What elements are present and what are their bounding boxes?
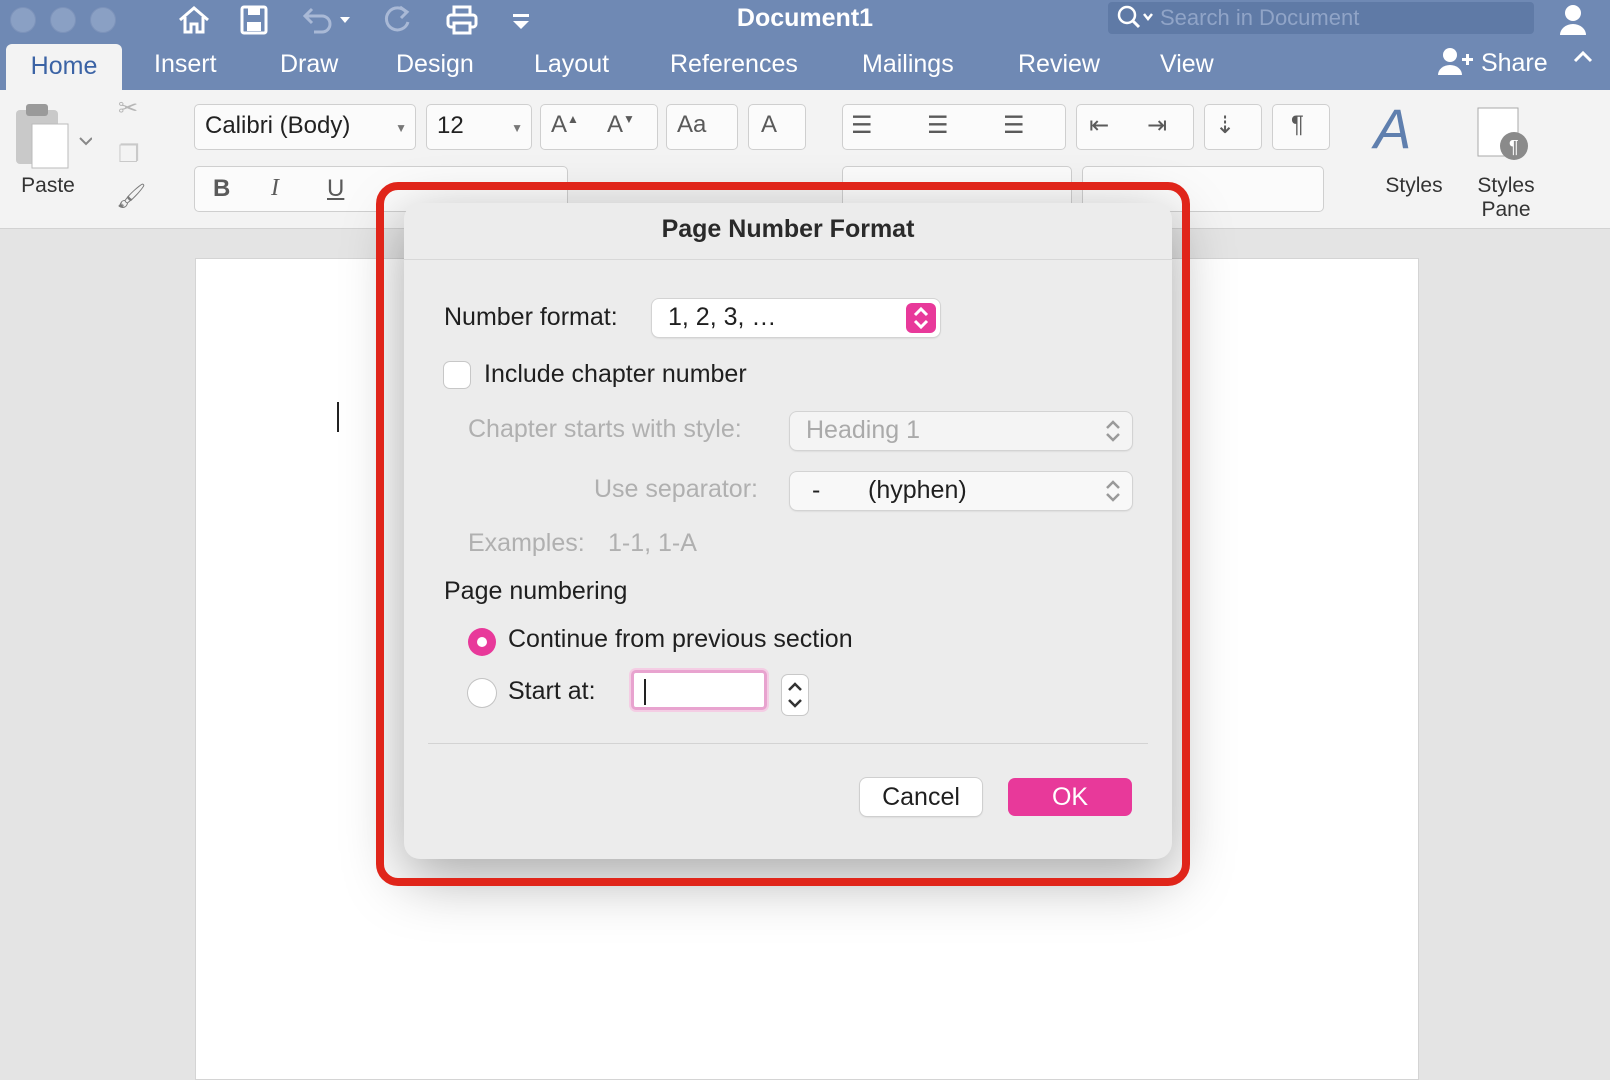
- search-icon: [1116, 4, 1156, 37]
- dialog-title: Page Number Format: [661, 215, 915, 243]
- number-format-select[interactable]: 1, 2, 3, …: [652, 299, 940, 337]
- share-button[interactable]: Share: [1436, 46, 1548, 83]
- tab-insert[interactable]: Insert: [154, 50, 217, 79]
- separator-name: (hyphen): [868, 476, 967, 504]
- customize-toolbar-icon[interactable]: [508, 4, 534, 36]
- paste-label: Paste: [21, 174, 75, 197]
- font-grow-shrink-group: A▲ A▼: [540, 104, 658, 150]
- ok-button[interactable]: OK: [1008, 778, 1132, 816]
- sort-button[interactable]: ⇣: [1204, 104, 1262, 150]
- include-chapter-label: Include chapter number: [484, 360, 747, 388]
- tab-layout[interactable]: Layout: [534, 50, 609, 79]
- chevron-updown-icon: [906, 303, 936, 333]
- show-formatting-button[interactable]: ¶: [1272, 104, 1330, 150]
- bullets-icon[interactable]: ☰: [851, 111, 873, 140]
- underline-icon[interactable]: U: [327, 175, 344, 203]
- chapter-style-label: Chapter starts with style:: [468, 415, 742, 443]
- change-case-icon: Aa: [677, 111, 707, 138]
- undo-icon[interactable]: [300, 4, 354, 36]
- separator-select[interactable]: - (hyphen): [790, 472, 1132, 510]
- text-cursor: [337, 402, 339, 432]
- examples-value: 1-1, 1-A: [608, 529, 697, 557]
- separator-char: -: [812, 476, 821, 504]
- paste-icon[interactable]: [12, 102, 93, 177]
- svg-text:¶: ¶: [1509, 137, 1519, 157]
- cut-icon[interactable]: ✂: [118, 94, 138, 123]
- bold-icon[interactable]: B: [213, 175, 230, 203]
- tab-mailings[interactable]: Mailings: [862, 50, 954, 79]
- format-painter-icon[interactable]: 🖌: [116, 182, 146, 211]
- separator-label: Use separator:: [594, 475, 758, 503]
- styles-pane-label: Styles Pane: [1466, 174, 1546, 222]
- pilcrow-icon: ¶: [1291, 111, 1304, 138]
- font-name-select[interactable]: Calibri (Body) ▼: [194, 104, 416, 150]
- continue-radio[interactable]: [468, 628, 496, 656]
- list-group: ☰ ☰ ☰: [842, 104, 1066, 150]
- tab-draw[interactable]: Draw: [280, 50, 338, 79]
- close-window-button[interactable]: [10, 7, 36, 33]
- tab-references[interactable]: References: [670, 50, 798, 79]
- page-number-format-dialog: Page Number Format Number format: 1, 2, …: [404, 203, 1172, 859]
- redo-icon[interactable]: [380, 4, 416, 36]
- shrink-font-icon[interactable]: A▼: [607, 111, 635, 139]
- start-at-stepper[interactable]: [782, 675, 808, 715]
- copy-icon[interactable]: ❐: [118, 140, 140, 169]
- tab-home[interactable]: Home: [6, 44, 122, 90]
- multilevel-list-icon[interactable]: ☰: [1003, 111, 1025, 140]
- italic-icon[interactable]: I: [271, 175, 279, 202]
- start-at-input[interactable]: [631, 670, 767, 710]
- continue-label: Continue from previous section: [508, 625, 853, 653]
- zoom-window-button[interactable]: [90, 7, 116, 33]
- chevron-updown-icon: [1104, 478, 1122, 504]
- clear-formatting-icon: A: [761, 111, 778, 138]
- add-person-icon: [1436, 46, 1474, 83]
- chapter-style-value: Heading 1: [806, 416, 920, 444]
- ribbon-tabs: Home Insert Draw Design Layout Reference…: [0, 40, 1610, 90]
- styles-pane-label-line1: Styles: [1477, 174, 1535, 197]
- font-size-select[interactable]: 12 ▼: [426, 104, 532, 150]
- chapter-style-select[interactable]: Heading 1: [790, 412, 1132, 450]
- styles-icon[interactable]: A: [1374, 96, 1411, 161]
- input-caret: [644, 679, 646, 705]
- account-icon[interactable]: [1558, 2, 1592, 41]
- change-case-button[interactable]: Aa: [666, 104, 738, 150]
- grow-font-icon[interactable]: A▲: [551, 111, 579, 139]
- tab-design[interactable]: Design: [396, 50, 474, 79]
- cancel-button[interactable]: Cancel: [860, 778, 982, 816]
- tab-review[interactable]: Review: [1018, 50, 1100, 79]
- dialog-separator: [404, 259, 1172, 260]
- title-bar: Document1 Search in Document: [0, 0, 1610, 40]
- search-input[interactable]: Search in Document: [1108, 2, 1534, 34]
- clear-formatting-button[interactable]: A: [748, 104, 806, 150]
- save-icon[interactable]: [236, 4, 272, 36]
- page-numbering-heading: Page numbering: [444, 577, 628, 605]
- chevron-down-icon: ▼: [395, 121, 407, 135]
- number-format-value: 1, 2, 3, …: [668, 303, 777, 331]
- styles-pane-icon[interactable]: ¶: [1474, 104, 1534, 169]
- dialog-separator: [428, 743, 1148, 744]
- font-name-value: Calibri (Body): [205, 112, 351, 139]
- include-chapter-checkbox[interactable]: [444, 362, 470, 388]
- chevron-down-icon: ▼: [511, 121, 523, 135]
- share-label: Share: [1480, 49, 1548, 78]
- sort-icon: ⇣: [1215, 112, 1236, 139]
- decrease-indent-icon[interactable]: ⇤: [1089, 111, 1109, 140]
- print-icon[interactable]: [444, 4, 480, 36]
- styles-label: Styles: [1385, 174, 1443, 197]
- tab-view[interactable]: View: [1160, 50, 1214, 79]
- start-at-label: Start at:: [508, 677, 596, 705]
- minimize-window-button[interactable]: [50, 7, 76, 33]
- start-at-radio[interactable]: [468, 679, 496, 707]
- indent-group: ⇤ ⇥: [1076, 104, 1194, 150]
- chevron-updown-icon: [1104, 418, 1122, 444]
- styles-pane-label-line2: Pane: [1481, 198, 1531, 221]
- increase-indent-icon[interactable]: ⇥: [1147, 111, 1167, 140]
- search-placeholder: Search in Document: [1160, 5, 1360, 30]
- number-format-label: Number format:: [444, 303, 618, 331]
- examples-label: Examples:: [468, 529, 585, 557]
- collapse-ribbon-icon[interactable]: [1572, 46, 1594, 74]
- numbering-icon[interactable]: ☰: [927, 111, 949, 140]
- font-size-value: 12: [437, 112, 464, 139]
- home-icon[interactable]: [176, 4, 212, 36]
